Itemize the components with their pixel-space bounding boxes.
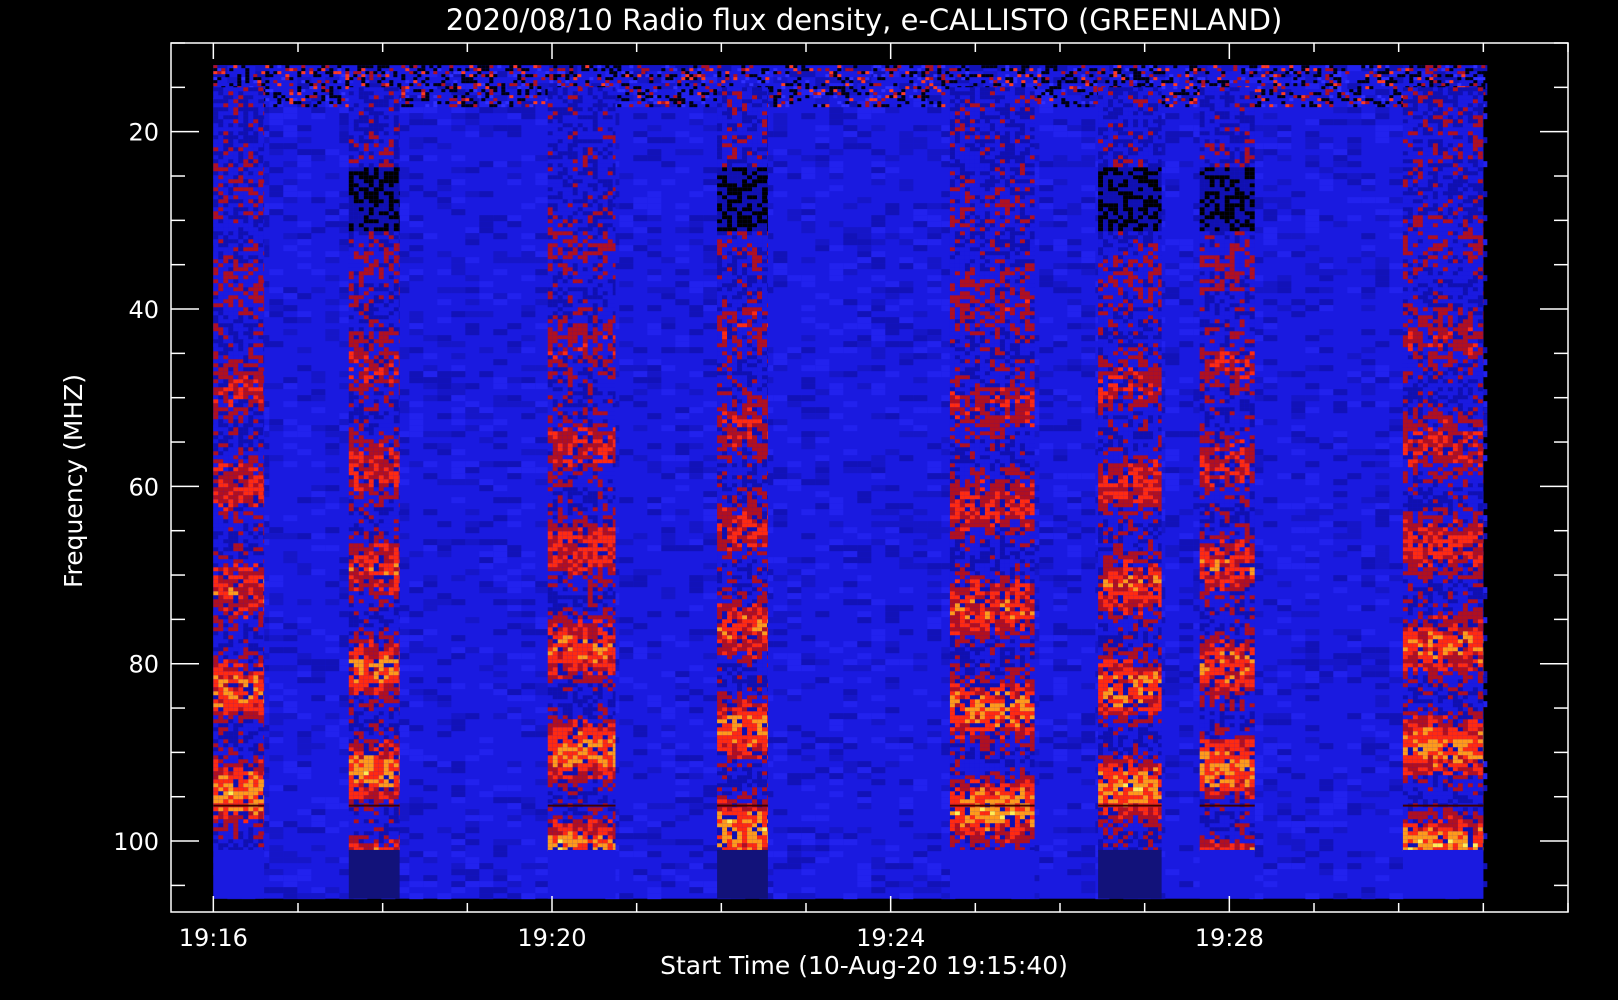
- burst-band: [950, 87, 1035, 898]
- burst-band: [349, 87, 400, 898]
- x-tick-label: 19:28: [1195, 924, 1264, 952]
- y-tick-label: 80: [128, 651, 159, 679]
- x-tick-label: 19:16: [179, 924, 248, 952]
- burst-band: [548, 87, 616, 898]
- spectrogram-chart: 19:16 19:20 19:24 19:28 20 40 60 80 100 2020/08/…: [0, 0, 1618, 1000]
- burst-band: [717, 87, 768, 898]
- y-tick-label: 20: [128, 119, 159, 147]
- heatmap-layer: [213, 65, 1487, 899]
- x-tick-label: 19:24: [856, 924, 925, 952]
- burst-band: [213, 87, 264, 898]
- burst-band: [1403, 87, 1483, 898]
- x-axis-title: Start Time (10-Aug-20 19:15:40): [660, 951, 1068, 980]
- y-tick-label: 60: [128, 473, 159, 501]
- y-tick-label: 100: [113, 828, 159, 856]
- x-tick-label: 19:20: [517, 924, 586, 952]
- y-tick-label: 40: [128, 296, 159, 324]
- burst-band: [1200, 87, 1255, 898]
- y-axis-title: Frequency (MHZ): [59, 374, 88, 588]
- chart-title: 2020/08/10 Radio flux density, e-CALLIST…: [446, 3, 1283, 37]
- burst-band: [1098, 87, 1162, 898]
